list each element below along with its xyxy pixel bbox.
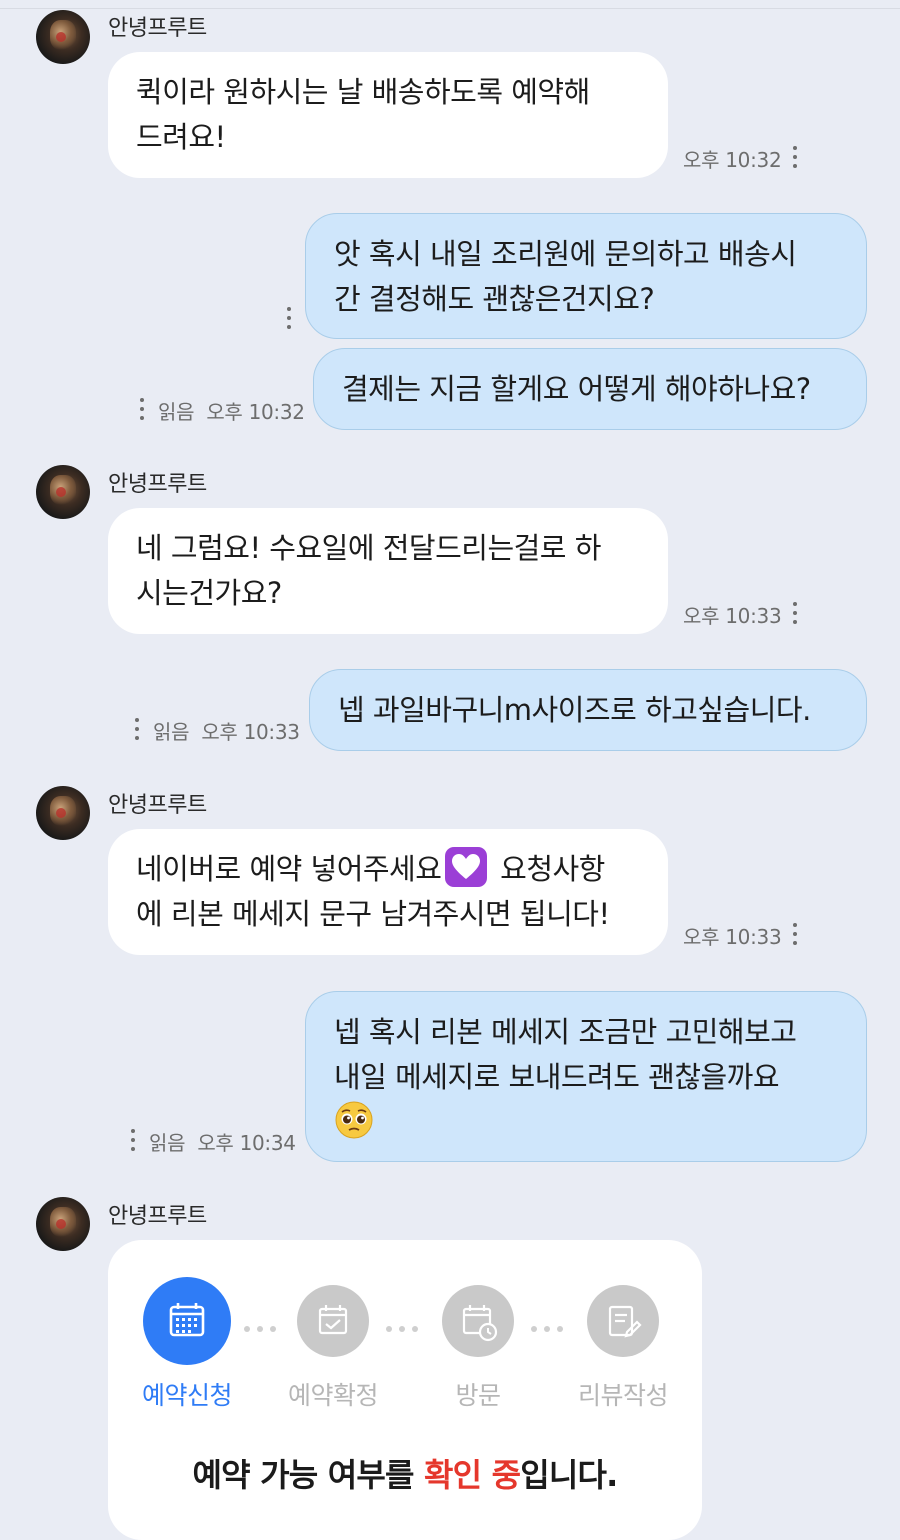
- sender-avatar[interactable]: [36, 465, 90, 519]
- sender-avatar[interactable]: [36, 1197, 90, 1251]
- incoming-message[interactable]: 네이버로 예약 넣어주세요 요청사항 에 리본 메세지 문구 남겨주시면 됩니다…: [108, 829, 668, 955]
- step-label-request: 예약신청: [141, 1381, 233, 1410]
- incoming-message[interactable]: 네 그럼요! 수요일에 전달드리는걸로 하 시는건가요?: [108, 508, 668, 634]
- step-connector: [244, 1317, 284, 1332]
- outgoing-message[interactable]: 넵 혹시 리본 메세지 조금만 고민해보고 내일 메세지로 보내드려도 괜찮을까…: [305, 991, 867, 1162]
- purple-heart-emoji-icon: [445, 847, 488, 887]
- reservation-status-text: 예약 가능 여부를 확인 중입니다.: [192, 1456, 618, 1494]
- more-options-icon[interactable]: [134, 718, 140, 742]
- step-connector: [386, 1317, 426, 1332]
- read-receipt: 읽음 오후 10:32: [158, 400, 305, 424]
- more-options-icon[interactable]: [139, 398, 145, 422]
- sender-name: 안녕프루트: [108, 1204, 207, 1229]
- sender-name: 안녕프루트: [108, 793, 207, 818]
- step-label-visit: 방문: [455, 1381, 501, 1410]
- incoming-message[interactable]: 퀵이라 원하시는 날 배송하도록 예약해 드려요!: [108, 52, 668, 178]
- more-options-icon[interactable]: [286, 307, 292, 331]
- more-options-icon[interactable]: [792, 602, 798, 626]
- step-label-confirm: 예약확정: [287, 1381, 379, 1410]
- sender-name: 안녕프루트: [108, 472, 207, 497]
- read-receipt: 읽음 오후 10:34: [149, 1131, 296, 1155]
- pleading-face-emoji-icon: [335, 1101, 373, 1139]
- calendar-check-icon[interactable]: [297, 1285, 369, 1357]
- calendar-clock-icon[interactable]: [442, 1285, 514, 1357]
- reservation-status-card[interactable]: 예약신청 예약확정 방문 리뷰작성 예약 가능 여부를 확인 중입니다.: [108, 1240, 702, 1540]
- outgoing-message[interactable]: 앗 혹시 내일 조리원에 문의하고 배송시 간 결정해도 괜찮은건지요?: [305, 213, 867, 339]
- more-options-icon[interactable]: [792, 146, 798, 170]
- read-receipt: 읽음 오후 10:33: [153, 720, 300, 744]
- edit-note-icon[interactable]: [587, 1285, 659, 1357]
- outgoing-message[interactable]: 넵 과일바구니m사이즈로 하고싶습니다.: [309, 669, 867, 751]
- step-connector: [531, 1317, 571, 1332]
- message-time: 오후 10:33: [683, 925, 782, 949]
- sender-avatar[interactable]: [36, 10, 90, 64]
- sender-avatar[interactable]: [36, 786, 90, 840]
- sender-name: 안녕프루트: [108, 16, 207, 41]
- calendar-grid-icon[interactable]: [143, 1277, 231, 1365]
- more-options-icon[interactable]: [792, 923, 798, 947]
- message-time: 오후 10:32: [683, 148, 782, 172]
- more-options-icon[interactable]: [130, 1129, 136, 1153]
- top-divider: [0, 0, 900, 9]
- step-label-review: 리뷰작성: [577, 1381, 669, 1410]
- message-time: 오후 10:33: [683, 604, 782, 628]
- outgoing-message[interactable]: 결제는 지금 할게요 어떻게 해야하나요?: [313, 348, 867, 430]
